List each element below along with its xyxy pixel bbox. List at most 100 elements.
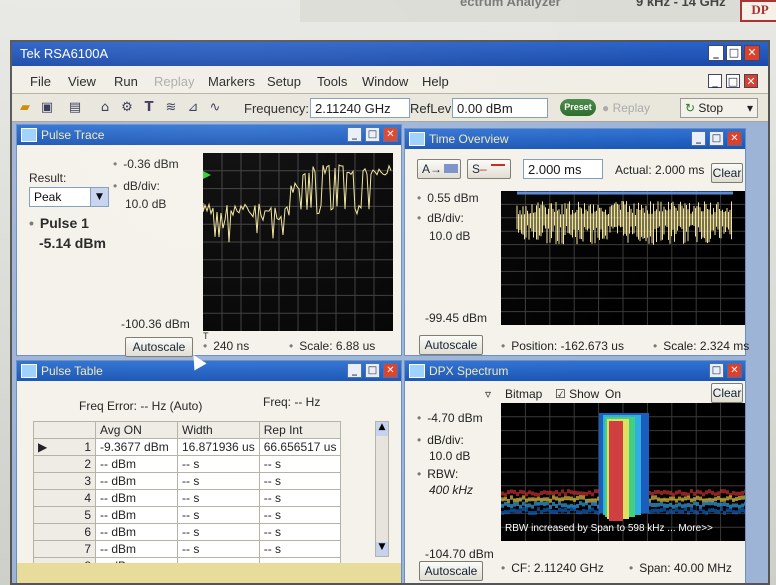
table-row[interactable]: 5 -- dBm -- s -- s [33,506,342,524]
trace-time-offset[interactable]: 240 ns [203,339,249,353]
dpx-noise-cell [654,490,657,495]
table-row[interactable]: 6 -- dBm -- s -- s [33,523,342,541]
rep-int-header[interactable]: Rep Int [258,421,342,439]
panel-minimize-button[interactable]: _ [347,127,362,142]
menu-markers[interactable]: Markers [208,74,255,89]
antenna-icon[interactable]: ≋ [162,99,180,117]
doc-close-button[interactable]: ✕ [744,74,758,88]
chevron-down-icon[interactable]: ▿ [485,387,491,401]
print-icon[interactable]: ▤ [66,99,84,117]
dpx-autoscale-button[interactable]: Autoscale [419,561,483,581]
scroll-up-arrow-icon[interactable]: ▲ [376,422,388,436]
dpx-clear-button[interactable]: Clear [711,383,743,403]
duration-input[interactable]: 2.000 ms [523,159,603,179]
minimize-button[interactable]: _ [708,45,724,61]
dpx-span[interactable]: Span: 40.00 MHz [629,561,732,575]
stop-button[interactable]: ↻ Stop ▾ [680,98,758,118]
width-header[interactable]: Width [177,421,260,439]
dpx-noise-cell [516,509,519,514]
dpx-noise-cell [654,508,657,513]
trace-top-level[interactable]: -0.36 dBm [113,157,178,171]
table-row[interactable]: 7 -- dBm -- s -- s [33,540,342,558]
dpx-center-frequency[interactable]: CF: 2.11240 GHz [501,561,603,575]
replay-button[interactable]: ● Replay [602,101,650,115]
overview-position[interactable]: Position: -162.673 us [501,339,624,353]
spectrum-s-label: S [472,162,481,176]
rbw-note[interactable]: RBW increased by Span to 598 kHz ... Mor… [505,523,713,534]
maximize-button[interactable]: □ [726,45,742,61]
dpx-noise-cell [549,490,552,495]
scroll-down-arrow-icon[interactable]: ▼ [376,542,388,556]
overview-div-value[interactable]: 10.0 dB [429,229,470,243]
open-folder-icon[interactable]: ▰ [16,99,34,117]
overview-top-level[interactable]: 0.55 dBm [417,191,478,205]
settings-gear-icon[interactable]: ⚙ [118,99,136,117]
panel-maximize-button[interactable]: □ [365,127,380,142]
preset-button[interactable]: Preset [560,99,596,116]
reflev-input[interactable]: 0.00 dBm [452,98,548,118]
panel-maximize-button[interactable]: □ [365,363,380,378]
save-icon[interactable]: ▣ [38,99,56,117]
overview-bottom-level[interactable]: -99.45 dBm [425,311,487,325]
menu-view[interactable]: View [68,74,96,89]
panel-maximize-button[interactable]: □ [709,363,724,378]
doc-minimize-button[interactable]: _ [708,74,722,88]
trace-div-value[interactable]: 10.0 dB [125,197,166,211]
menu-run[interactable]: Run [114,74,138,89]
dpx-top-level[interactable]: -4.70 dBm [417,411,482,425]
table-row[interactable]: ▶ 1 -9.3677 dBm 16.871936 us 66.656517 us [33,438,342,456]
dpx-noise-cell [675,507,678,512]
dpx-noise-cell [699,490,702,495]
spectrum-s-button[interactable]: S– [467,159,511,179]
frequency-input[interactable]: 2.11240 GHz [310,98,410,118]
menu-help[interactable]: Help [422,74,449,89]
dpx-noise-cell [534,501,537,506]
dpx-noise-cell [654,503,657,508]
analysis-a-button[interactable]: A→ [417,159,461,179]
panel-close-button[interactable]: ✕ [727,131,742,146]
dpx-noise-cell [687,503,690,508]
panel-close-button[interactable]: ✕ [383,127,398,142]
time-overview-autoscale-button[interactable]: Autoscale [419,335,483,355]
panel-minimize-button[interactable]: _ [691,131,706,146]
menu-setup[interactable]: Setup [267,74,301,89]
table-row[interactable]: 3 -- dBm -- s -- s [33,472,342,490]
panel-close-button[interactable]: ✕ [727,363,742,378]
dpx-div-value[interactable]: 10.0 dB [429,449,470,463]
text-tool-icon[interactable]: T [140,99,158,117]
table-row[interactable]: 2 -- dBm -- s -- s [33,455,342,473]
table-scrollbar[interactable]: ▲ ▼ [375,421,389,557]
panel-minimize-button[interactable]: _ [347,363,362,378]
dpx-graph [501,403,745,541]
table-row[interactable]: 4 -- dBm -- s -- s [33,489,342,507]
dpx-noise-cell [651,503,654,508]
brand-logo: DP [740,0,776,22]
menu-file[interactable]: File [30,74,51,89]
show-checkbox[interactable]: ☑ Show [555,387,599,401]
marker-peak-icon[interactable]: ⊿ [184,99,202,117]
panel-maximize-button[interactable]: □ [709,131,724,146]
trace-icon[interactable]: ∿ [206,99,224,117]
menu-replay[interactable]: Replay [154,74,194,89]
menu-window[interactable]: Window [362,74,408,89]
dpx-rbw-value[interactable]: 400 kHz [429,483,473,497]
trace-bottom-level[interactable]: -100.36 dBm [121,317,190,331]
time-overview-plot[interactable] [501,191,745,325]
trace-scale[interactable]: Scale: 6.88 us [289,339,375,353]
overview-scale[interactable]: Scale: 2.324 ms [653,339,749,353]
doc-maximize-button[interactable]: □ [726,74,740,88]
avg-on-header[interactable]: Avg ON [95,421,178,439]
result-dropdown[interactable]: Peak ▼ [29,187,109,207]
panel-close-button[interactable]: ✕ [383,363,398,378]
dpx-noise-cell [690,498,693,503]
presets-icon[interactable]: ⌂ [96,99,114,117]
dpx-plot[interactable]: RBW increased by Span to 598 kHz ... Mor… [501,403,745,541]
menu-tools[interactable]: Tools [317,74,347,89]
time-overview-clear-button[interactable]: Clear [711,163,743,183]
dpx-noise-cell [735,510,738,515]
dpx-noise-cell [723,489,726,494]
dpx-bottom-level[interactable]: -104.70 dBm [425,547,494,561]
pulse-trace-plot[interactable] [203,153,393,331]
pulse-trace-autoscale-button[interactable]: Autoscale [125,337,193,357]
close-window-button[interactable]: ✕ [744,45,760,61]
